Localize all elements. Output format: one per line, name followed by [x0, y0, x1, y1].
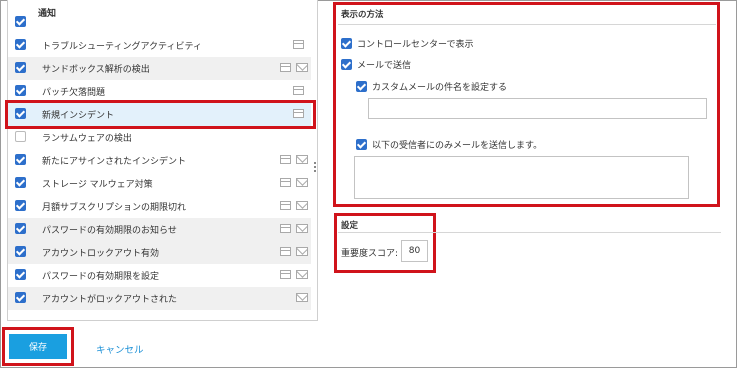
notification-row[interactable]: 新たにアサインされたインシデント [8, 149, 311, 172]
cancel-link[interactable]: キャンセル [96, 342, 144, 356]
display-method-divider [338, 24, 716, 25]
console-icon[interactable] [280, 224, 291, 233]
console-icon[interactable] [280, 247, 291, 256]
recipients-only-option[interactable]: 以下の受信者にのみメールを送信します。 [356, 138, 542, 151]
console-icon[interactable] [280, 155, 291, 164]
display-method-title: 表示の方法 [341, 10, 384, 20]
settings-divider [338, 232, 721, 233]
notification-checkbox[interactable] [15, 85, 26, 96]
notification-row[interactable]: トラブルシューティングアクティビティ [8, 34, 311, 57]
notification-checkbox[interactable] [15, 292, 26, 303]
custom-subject-input[interactable] [368, 98, 707, 119]
settings-title: 設定 [341, 221, 359, 231]
notification-label: パッチ欠落問題 [42, 88, 106, 98]
console-icon[interactable] [280, 270, 291, 279]
mail-icon[interactable] [296, 224, 308, 233]
mail-icon[interactable] [296, 178, 308, 187]
notification-label: パスワードの有効期限のお知らせ [42, 226, 177, 236]
notification-checkbox[interactable] [15, 131, 26, 142]
console-icon[interactable] [293, 40, 304, 49]
send-mail-label: メールで送信 [357, 61, 412, 71]
notification-checkbox[interactable] [15, 269, 26, 280]
notification-row[interactable]: ランサムウェアの検出 [8, 126, 311, 149]
notification-row[interactable]: アカウントロックアウト有効 [8, 241, 311, 264]
notification-row[interactable]: パスワードの有効期限のお知らせ [8, 218, 311, 241]
notification-label: アカウントがロックアウトされた [42, 295, 178, 305]
notification-checkbox[interactable] [15, 154, 26, 165]
console-icon[interactable] [280, 63, 291, 72]
notification-checkbox[interactable] [15, 177, 26, 188]
notification-label: 月額サブスクリプションの期限切れ [42, 203, 187, 213]
recipients-textarea[interactable] [354, 156, 689, 199]
highlight-new-incident [5, 100, 316, 129]
notification-row[interactable]: アカウントがロックアウトされた [8, 287, 311, 310]
send-mail-option[interactable]: メールで送信 [341, 58, 411, 71]
mail-icon[interactable] [296, 63, 308, 72]
save-button[interactable]: 保存 [9, 334, 67, 359]
console-icon[interactable] [280, 178, 291, 187]
notification-row[interactable]: ストレージ マルウェア対策 [8, 172, 311, 195]
notification-label: ランサムウェアの検出 [42, 134, 132, 144]
notification-label: トラブルシューティングアクティビティ [42, 42, 202, 52]
notification-checkbox[interactable] [15, 200, 26, 211]
notification-label: アカウントロックアウト有効 [42, 249, 160, 259]
notification-label: サンドボックス解析の検出 [42, 65, 150, 75]
notification-row[interactable]: パスワードの有効期限を設定 [8, 264, 311, 287]
notification-label: 新たにアサインされたインシデント [42, 157, 187, 167]
mail-icon[interactable] [296, 270, 308, 279]
recipients-only-label: 以下の受信者にのみメールを送信します。 [372, 141, 543, 151]
notification-row[interactable]: 月額サブスクリプションの期限切れ [8, 195, 311, 218]
control-center-label: コントロールセンターで表示 [357, 40, 474, 50]
mail-icon[interactable] [296, 201, 308, 210]
severity-label: 重要度スコア: [341, 249, 399, 259]
notification-checkbox[interactable] [15, 223, 26, 234]
notification-checkbox[interactable] [15, 16, 26, 27]
severity-input[interactable]: 80 [401, 240, 428, 262]
console-icon[interactable] [293, 86, 304, 95]
notification-checkbox[interactable] [15, 62, 26, 73]
notification-label: パスワードの有効期限を設定 [42, 272, 160, 282]
custom-subject-label: カスタムメールの件名を設定する [372, 83, 508, 93]
mail-icon[interactable] [296, 155, 308, 164]
notification-checkbox[interactable] [15, 39, 26, 50]
list-header: 通知 [38, 9, 57, 19]
mail-icon[interactable] [296, 293, 308, 302]
notification-label: ストレージ マルウェア対策 [42, 180, 153, 190]
custom-subject-option[interactable]: カスタムメールの件名を設定する [356, 80, 507, 93]
notification-checkbox[interactable] [15, 246, 26, 257]
custom-subject-checkbox[interactable] [356, 81, 367, 92]
notification-list: トラブルシューティングアクティビティ サンドボックス解析の検出 パッチ欠落問題 新規イ… [7, 0, 318, 321]
recipients-only-checkbox[interactable] [356, 139, 367, 150]
mail-icon[interactable] [296, 247, 308, 256]
control-center-checkbox[interactable] [341, 38, 352, 49]
notification-row[interactable]: サンドボックス解析の検出 [8, 57, 311, 80]
console-icon[interactable] [280, 201, 291, 210]
control-center-option[interactable]: コントロールセンターで表示 [341, 37, 473, 50]
send-mail-checkbox[interactable] [341, 59, 352, 70]
resize-handle-icon[interactable] [314, 162, 317, 176]
